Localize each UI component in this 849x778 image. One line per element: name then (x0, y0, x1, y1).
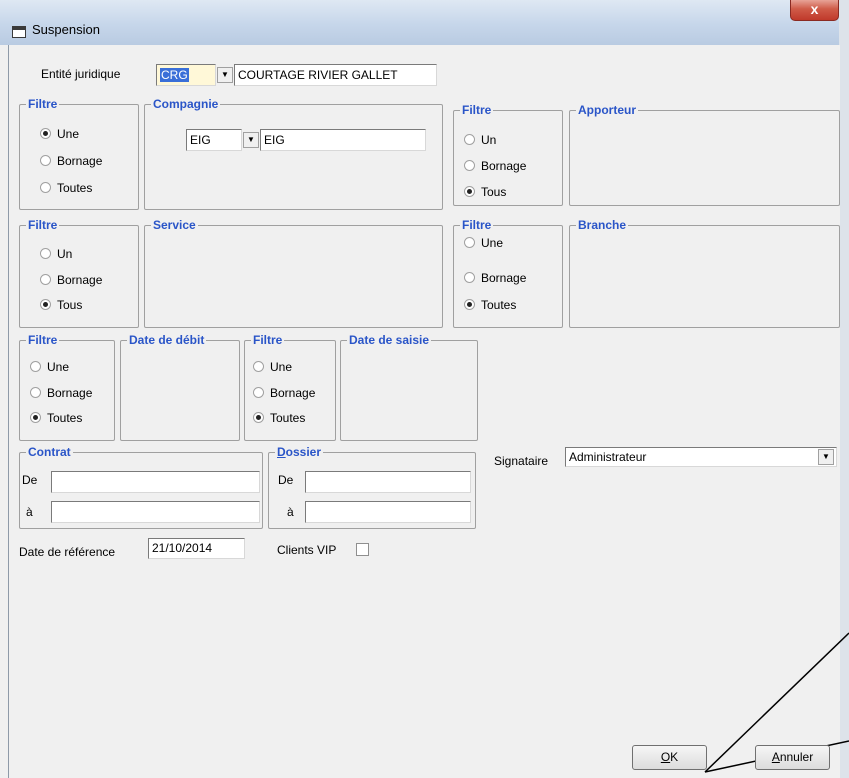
annuler-button[interactable]: Annuler (755, 745, 830, 770)
annotation-lines (704, 632, 849, 773)
ok-button[interactable]: OK (632, 745, 707, 770)
